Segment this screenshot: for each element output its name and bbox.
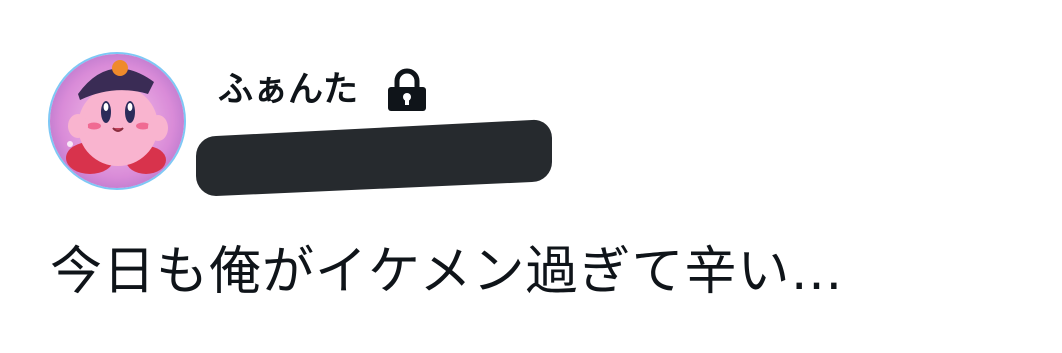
redacted-username — [196, 119, 553, 196]
tweet-text: 今日も俺がイケメン過ぎて辛い… — [50, 242, 844, 302]
kirby-avatar-image — [50, 54, 184, 188]
user-avatar[interactable] — [48, 52, 186, 190]
lock-icon — [388, 68, 426, 111]
display-name[interactable]: ふぁんた — [218, 66, 358, 114]
